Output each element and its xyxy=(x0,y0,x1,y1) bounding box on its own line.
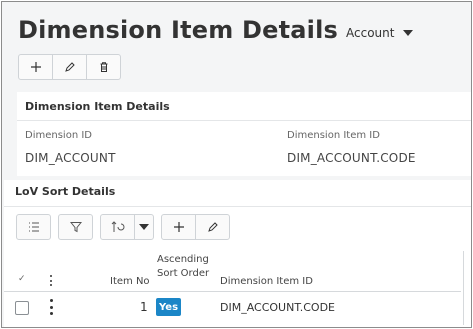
dimension-item-id-label: Dimension Item ID xyxy=(287,130,380,141)
lov-sort-details-section: LoV Sort Details ✓ Item No Ascending Sor… xyxy=(4,180,471,327)
sort-group xyxy=(100,214,154,240)
ascending-badge: Yes xyxy=(156,298,181,316)
column-chooser-button[interactable] xyxy=(17,215,50,239)
pencil-icon xyxy=(64,62,75,72)
funnel-icon xyxy=(69,222,82,233)
cell-item-no: 1 xyxy=(140,300,148,314)
column-options-icon[interactable] xyxy=(48,275,54,286)
filter-group xyxy=(58,214,93,240)
caret-down-icon xyxy=(403,30,414,36)
filter-button[interactable] xyxy=(59,215,92,239)
page-title: Dimension Item Details xyxy=(18,16,339,44)
dimension-id-label: Dimension ID xyxy=(25,130,92,141)
caret-down-icon xyxy=(139,224,149,230)
plus-icon xyxy=(30,62,41,72)
trash-icon xyxy=(100,62,107,72)
dimension-item-id-value: DIM_ACCOUNT.CODE xyxy=(287,151,416,165)
pencil-icon xyxy=(207,222,218,232)
table-row[interactable]: 1 Yes DIM_ACCOUNT.CODE xyxy=(4,292,471,324)
delete-button[interactable] xyxy=(87,55,120,79)
edit-button[interactable] xyxy=(53,55,87,79)
column-header-ascending-line1[interactable]: Ascending xyxy=(157,254,209,265)
page-toolbar xyxy=(18,54,121,80)
new-row-button[interactable] xyxy=(162,215,196,239)
column-header-ascending-line2[interactable]: Sort Order xyxy=(157,268,209,279)
page-header: Dimension Item Details Account xyxy=(18,16,414,44)
application-frame: Dimension Item Details Account Dimension… xyxy=(1,1,472,328)
new-button[interactable] xyxy=(19,55,53,79)
column-header-item-no[interactable]: Item No xyxy=(110,276,150,287)
select-all-checkmark[interactable]: ✓ xyxy=(18,274,26,284)
sort-button[interactable] xyxy=(101,215,135,239)
context-selector[interactable]: Account xyxy=(346,26,414,40)
section-divider xyxy=(4,206,471,207)
cell-dimension-item-id: DIM_ACCOUNT.CODE xyxy=(220,301,336,314)
grid-header: ✓ Item No Ascending Sort Order Dimension… xyxy=(4,246,471,290)
column-chooser-group xyxy=(16,214,51,240)
row-actions-group xyxy=(161,214,230,240)
sort-icon xyxy=(111,221,124,232)
section-title: LoV Sort Details xyxy=(15,185,116,198)
dimension-id-value: DIM_ACCOUNT xyxy=(25,151,116,165)
row-options-icon[interactable] xyxy=(48,299,54,315)
list-icon xyxy=(28,222,39,232)
card-header: Dimension Item Details xyxy=(17,92,471,121)
context-selector-value: Account xyxy=(346,26,395,40)
edit-row-button[interactable] xyxy=(196,215,229,239)
dimension-item-details-card: Dimension Item Details Dimension ID DIM_… xyxy=(17,92,471,176)
column-header-dimension-item-id[interactable]: Dimension Item ID xyxy=(220,276,313,287)
row-checkbox[interactable] xyxy=(15,301,29,315)
plus-icon xyxy=(173,222,184,232)
sort-menu-button[interactable] xyxy=(135,215,153,239)
